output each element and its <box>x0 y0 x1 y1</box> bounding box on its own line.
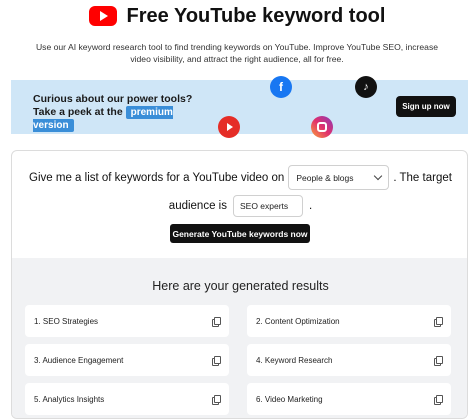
result-item-label: 3. Audience Engagement <box>34 355 124 365</box>
page-title: Free YouTube keyword tool <box>126 4 386 27</box>
youtube-logo-icon <box>88 6 117 26</box>
sign-up-button[interactable]: Sign up now <box>396 96 456 117</box>
youtube-icon <box>218 116 240 138</box>
instagram-icon <box>311 116 333 138</box>
prompt-line-1: Give me a list of keywords for a YouTube… <box>12 165 467 190</box>
chevron-down-icon <box>374 171 383 181</box>
category-select-value: People & blogs <box>296 172 354 183</box>
result-item[interactable]: 5. Analytics Insights <box>25 383 229 415</box>
copy-icon[interactable] <box>434 394 443 405</box>
result-item-label: 5. Analytics Insights <box>34 394 105 404</box>
copy-icon[interactable] <box>434 355 443 366</box>
keyword-tool-card: Give me a list of keywords for a YouTube… <box>11 150 468 419</box>
facebook-icon: f <box>270 76 292 98</box>
result-item[interactable]: 6. Video Marketing <box>247 383 451 415</box>
result-item[interactable]: 1. SEO Strategies <box>25 305 229 337</box>
promo-text: Curious about our power tools? Take a pe… <box>33 93 213 132</box>
copy-icon[interactable] <box>212 316 221 327</box>
prompt-middle: . The target <box>393 171 452 184</box>
result-item[interactable]: 3. Audience Engagement <box>25 344 229 376</box>
results-title: Here are your generated results <box>152 279 329 293</box>
copy-icon[interactable] <box>434 316 443 327</box>
generate-keywords-button[interactable]: Generate YouTube keywords now <box>170 224 310 243</box>
prompt-prefix: Give me a list of keywords for a YouTube… <box>29 171 285 184</box>
result-item[interactable]: 4. Keyword Research <box>247 344 451 376</box>
tiktok-icon: ♪ <box>355 76 377 98</box>
results-section: Here are your generated results 1. SEO S… <box>12 258 467 418</box>
result-item-label: 4. Keyword Research <box>256 355 333 365</box>
audience-label: audience is <box>168 200 227 212</box>
audience-input[interactable]: SEO experts <box>232 195 303 217</box>
category-select[interactable]: People & blogs <box>288 165 390 190</box>
result-item-label: 6. Video Marketing <box>256 394 323 404</box>
result-item-label: 1. SEO Strategies <box>34 316 99 326</box>
result-item[interactable]: 2. Content Optimization <box>247 305 451 337</box>
prompt-period: . <box>308 200 313 212</box>
result-item-label: 2. Content Optimization <box>256 316 340 326</box>
copy-icon[interactable] <box>212 394 221 405</box>
prompt-line-2: audience is SEO experts . <box>12 195 467 217</box>
page-header: Free YouTube keyword tool <box>0 3 474 29</box>
page-subtitle: Use our AI keyword research tool to find… <box>35 42 439 64</box>
copy-icon[interactable] <box>212 355 221 366</box>
